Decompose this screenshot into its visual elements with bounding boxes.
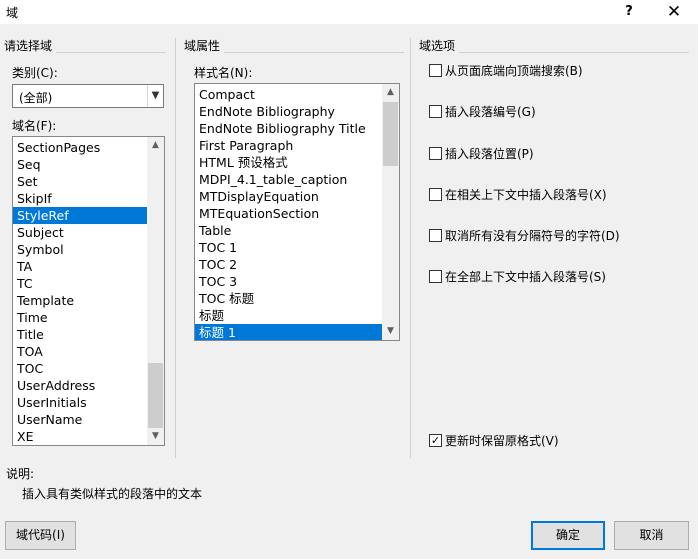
option-row[interactable]: 从页面底端向顶端搜索(B) [429, 62, 583, 80]
option-label: 从页面底端向顶端搜索(B) [445, 64, 583, 78]
style-list-item[interactable]: First Paragraph [195, 137, 382, 154]
description-label: 说明: [6, 467, 35, 481]
option-checkbox[interactable] [429, 270, 442, 283]
scroll-down-icon[interactable]: ▼ [382, 323, 399, 340]
scroll-up-icon[interactable]: ▲ [147, 137, 164, 154]
option-row[interactable]: 取消所有没有分隔符号的字符(D) [429, 227, 620, 245]
option-label: 插入段落编号(G) [445, 105, 536, 119]
option-row[interactable]: 在相关上下文中插入段落号(X) [429, 186, 607, 204]
field-list-item[interactable]: Symbol [13, 241, 147, 258]
scroll-thumb[interactable] [148, 363, 163, 428]
option-label: 在相关上下文中插入段落号(X) [445, 188, 607, 202]
style-list-item[interactable]: TOC 3 [195, 273, 382, 290]
field-names-items: SectionPages Seq Set SkipIf StyleRef Subject S… [13, 139, 147, 445]
style-list-item[interactable]: Compact [195, 86, 382, 103]
field-codes-button[interactable]: 域代码(I) [5, 521, 76, 550]
field-list-item[interactable]: UserName [13, 411, 147, 428]
right-group-rule [419, 52, 689, 53]
field-list-item[interactable]: TA [13, 258, 147, 275]
option-row[interactable]: 插入段落编号(G) [429, 103, 536, 121]
option-row[interactable]: 插入段落位置(P) [429, 145, 534, 163]
style-list-item[interactable]: Table [195, 222, 382, 239]
option-checkbox[interactable] [429, 64, 442, 77]
option-label: 取消所有没有分隔符号的字符(D) [445, 229, 620, 243]
style-list-item[interactable]: MTDisplayEquation [195, 188, 382, 205]
option-label: 插入段落位置(P) [445, 147, 534, 161]
option-checkbox[interactable] [429, 147, 442, 160]
field-list-item[interactable]: Template [13, 292, 147, 309]
scroll-thumb[interactable] [383, 102, 398, 166]
field-list-item[interactable]: TOA [13, 343, 147, 360]
help-button[interactable]: ? [612, 0, 646, 24]
style-list-item[interactable]: 标题 1 [195, 324, 382, 340]
option-checkbox[interactable] [429, 229, 442, 242]
preserve-format-checkbox[interactable]: ✓ [429, 434, 442, 447]
category-combobox[interactable]: (全部) ▼ [12, 84, 164, 108]
field-list-item[interactable]: StyleRef [13, 207, 147, 224]
left-group-title: 请选择域 [4, 37, 57, 54]
scroll-up-icon[interactable]: ▲ [382, 84, 399, 101]
middle-divider [410, 38, 411, 458]
left-divider [175, 38, 176, 458]
window-title: 域 [6, 6, 19, 20]
style-list-item[interactable]: TOC 2 [195, 256, 382, 273]
scroll-down-icon[interactable]: ▼ [147, 428, 164, 445]
preserve-format-option[interactable]: ✓ 更新时保留原格式(V) [429, 432, 559, 450]
style-list-item[interactable]: MDPI_4.1_table_caption [195, 171, 382, 188]
field-names-label: 域名(F): [12, 119, 57, 133]
option-row[interactable]: 在全部上下文中插入段落号(S) [429, 268, 606, 286]
field-list-item[interactable]: Set [13, 173, 147, 190]
style-name-items: Compact EndNote Bibliography EndNote Bibli… [195, 86, 382, 340]
close-button[interactable]: ✕ [657, 0, 691, 24]
field-list-item[interactable]: Title [13, 326, 147, 343]
style-list-item[interactable]: EndNote Bibliography Title [195, 120, 382, 137]
description-text: 插入具有类似样式的段落中的文本 [22, 487, 203, 501]
title-bar [0, 0, 698, 24]
style-list-item[interactable]: 标题 [195, 307, 382, 324]
option-checkbox[interactable] [429, 188, 442, 201]
style-list-item[interactable]: HTML 预设格式 [195, 154, 382, 171]
field-names-list[interactable]: SectionPages Seq Set SkipIf StyleRef Subject S… [12, 136, 165, 446]
field-list-item[interactable]: SkipIf [13, 190, 147, 207]
style-list-item[interactable]: MTEquationSection [195, 205, 382, 222]
ok-button[interactable]: 确定 [531, 521, 605, 550]
field-list-item[interactable]: SectionPages [13, 139, 147, 156]
field-list-item[interactable]: TOC [13, 360, 147, 377]
field-list-item[interactable]: UserAddress [13, 377, 147, 394]
chevron-down-icon[interactable]: ▼ [147, 85, 163, 107]
field-list-item[interactable]: Seq [13, 156, 147, 173]
style-name-label: 样式名(N): [194, 66, 253, 80]
field-list-item[interactable]: TC [13, 275, 147, 292]
field-list-item[interactable]: XE [13, 428, 147, 445]
preserve-format-label: 更新时保留原格式(V) [445, 434, 559, 448]
style-name-list[interactable]: Compact EndNote Bibliography EndNote Bibli… [194, 83, 400, 341]
field-list-item[interactable]: UserInitials [13, 394, 147, 411]
option-label: 在全部上下文中插入段落号(S) [445, 270, 606, 284]
field-list-item[interactable]: Time [13, 309, 147, 326]
category-label: 类别(C): [12, 66, 58, 80]
field-names-scrollbar[interactable]: ▲ ▼ [147, 137, 164, 445]
category-value: (全部) [19, 91, 53, 105]
style-name-scrollbar[interactable]: ▲ ▼ [382, 84, 399, 340]
check-icon: ✓ [430, 434, 441, 447]
cancel-button[interactable]: 取消 [614, 521, 689, 550]
option-checkbox[interactable] [429, 105, 442, 118]
middle-group-title: 域属性 [184, 37, 225, 54]
field-list-item[interactable]: Subject [13, 224, 147, 241]
style-list-item[interactable]: TOC 标题 [195, 290, 382, 307]
style-list-item[interactable]: EndNote Bibliography [195, 103, 382, 120]
style-list-item[interactable]: TOC 1 [195, 239, 382, 256]
right-group-title: 域选项 [419, 37, 460, 54]
